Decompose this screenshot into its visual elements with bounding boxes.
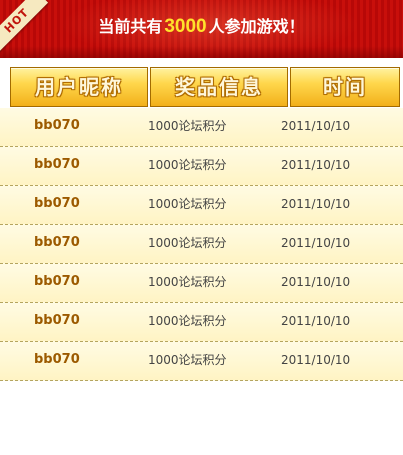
table-row: bb070 1000论坛积分 2011/10/10 [0,264,403,303]
participant-headline: 当前共有 3000 人参加游戏！ [0,14,403,40]
table-row: bb070 1000论坛积分 2011/10/10 [0,108,403,147]
row-prize: 1000论坛积分 [148,314,227,328]
winners-table: bb070 1000论坛积分 2011/10/10 bb070 1000论坛积分… [0,108,403,381]
table-row: bb070 1000论坛积分 2011/10/10 [0,147,403,186]
header-nickname: 用户昵称 [10,67,148,107]
row-prize: 1000论坛积分 [148,236,227,250]
row-date: 2011/10/10 [281,158,351,172]
row-date: 2011/10/10 [281,236,351,250]
headline-suffix: 人参加游戏！ [208,17,305,36]
table-row: bb070 1000论坛积分 2011/10/10 [0,342,403,381]
header-prize-info: 奖品信息 [150,67,288,107]
table-row: bb070 1000论坛积分 2011/10/10 [0,186,403,225]
header-time: 时间 [290,67,400,107]
participant-count: 3000 [164,16,207,37]
row-prize: 1000论坛积分 [148,197,227,211]
row-username: bb070 [34,196,80,211]
row-username: bb070 [34,352,80,367]
row-prize: 1000论坛积分 [148,275,227,289]
row-username: bb070 [34,313,80,328]
row-prize: 1000论坛积分 [148,119,227,133]
row-username: bb070 [34,157,80,172]
row-username: bb070 [34,235,80,250]
row-date: 2011/10/10 [281,119,351,133]
row-date: 2011/10/10 [281,353,351,367]
row-date: 2011/10/10 [281,197,351,211]
row-date: 2011/10/10 [281,275,351,289]
row-prize: 1000论坛积分 [148,158,227,172]
banner-shadow [0,46,403,58]
row-username: bb070 [34,118,80,133]
row-date: 2011/10/10 [281,314,351,328]
winners-table-header: 用户昵称 奖品信息 时间 [10,67,400,107]
table-row: bb070 1000论坛积分 2011/10/10 [0,225,403,264]
row-prize: 1000论坛积分 [148,353,227,367]
winners-banner: HOT 当前共有 3000 人参加游戏！ [0,0,403,58]
row-username: bb070 [34,274,80,289]
headline-prefix: 当前共有 [98,17,163,36]
table-row: bb070 1000论坛积分 2011/10/10 [0,303,403,342]
